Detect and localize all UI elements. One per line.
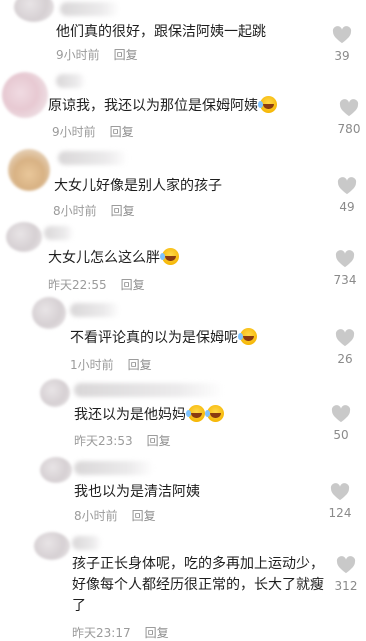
comment-text-content: 大女儿好像是别人家的孩子 <box>54 178 222 194</box>
comment-meta: 昨天23:53 回复 <box>74 432 171 449</box>
heart-icon[interactable] <box>336 556 356 574</box>
username[interactable] <box>70 303 120 317</box>
comment-item: 我也以为是清洁阿姨 8小时前 回复 124 <box>0 455 366 530</box>
comment-text-content: 不看评论真的以为是保姆呢 <box>70 330 238 346</box>
laughing-emoji-icon <box>258 96 277 113</box>
like-button[interactable]: 312 <box>331 556 361 593</box>
comment-item: 大女儿怎么这么胖 昨天22:55 回复 734 <box>0 220 366 295</box>
username[interactable] <box>58 151 128 165</box>
comment-item: 他们真的很好，跟保洁阿姨一起跳 9小时前 回复 39 <box>0 0 366 70</box>
comment-text-content: 原谅我，我还以为那位是保姆阿姨 <box>48 98 258 114</box>
reply-button[interactable]: 回复 <box>147 434 171 448</box>
heart-icon[interactable] <box>339 99 359 117</box>
comment-text: 大女儿好像是别人家的孩子 <box>54 176 222 197</box>
avatar[interactable] <box>34 532 70 560</box>
like-button[interactable]: 50 <box>326 405 356 442</box>
heart-icon[interactable] <box>332 26 352 44</box>
like-count: 734 <box>333 273 357 287</box>
reply-button[interactable]: 回复 <box>145 626 169 640</box>
comment-text: 他们真的很好，跟保洁阿姨一起跳 <box>56 22 266 43</box>
timestamp: 9小时前 <box>52 125 96 139</box>
comment-item: 我还以为是他妈妈 昨天23:53 回复 50 <box>0 375 366 455</box>
avatar[interactable] <box>40 379 70 407</box>
comment-text: 我也以为是清洁阿姨 <box>74 482 200 503</box>
like-count: 780 <box>337 122 361 136</box>
username[interactable] <box>74 383 224 397</box>
timestamp: 8小时前 <box>53 204 97 218</box>
comment-item: 不看评论真的以为是保姆呢 1小时前 回复 26 <box>0 295 366 375</box>
comment-text-content: 孩子正长身体呢，吃的多再加上运动少，好像每个人都经历很正常的，长大了就瘦了 <box>72 556 324 614</box>
reply-button[interactable]: 回复 <box>132 509 156 523</box>
avatar[interactable] <box>32 297 66 329</box>
comment-meta: 1小时前 回复 <box>70 356 152 373</box>
comment-text-content: 我也以为是清洁阿姨 <box>74 484 200 500</box>
comment-text: 我还以为是他妈妈 <box>74 405 224 426</box>
comment-meta: 8小时前 回复 <box>53 202 135 219</box>
timestamp: 昨天23:53 <box>74 434 133 448</box>
username[interactable] <box>74 461 154 475</box>
laughing-emoji-icon <box>238 328 257 345</box>
comment-text-content: 我还以为是他妈妈 <box>74 407 186 423</box>
heart-icon[interactable] <box>331 405 351 423</box>
like-button[interactable]: 780 <box>334 99 364 136</box>
heart-icon[interactable] <box>335 329 355 347</box>
avatar[interactable] <box>8 149 50 191</box>
comment-text-content: 大女儿怎么这么胖 <box>48 250 160 266</box>
comment-text: 原谅我，我还以为那位是保姆阿姨 <box>48 96 277 117</box>
like-count: 124 <box>328 506 352 520</box>
username[interactable] <box>56 74 86 88</box>
reply-button[interactable]: 回复 <box>110 125 134 139</box>
reply-button[interactable]: 回复 <box>121 278 145 292</box>
avatar[interactable] <box>2 72 48 118</box>
like-button[interactable]: 39 <box>327 26 357 63</box>
like-count: 39 <box>334 49 350 63</box>
like-count: 26 <box>337 352 353 366</box>
like-count: 50 <box>333 428 349 442</box>
like-button[interactable]: 49 <box>332 177 362 214</box>
comment-meta: 昨天23:17 回复 <box>72 624 169 641</box>
timestamp: 昨天23:17 <box>72 626 131 640</box>
avatar[interactable] <box>6 222 42 252</box>
reply-button[interactable]: 回复 <box>114 48 138 62</box>
comment-meta: 昨天22:55 回复 <box>48 276 145 293</box>
comment-text: 不看评论真的以为是保姆呢 <box>70 328 257 349</box>
heart-icon[interactable] <box>330 483 350 501</box>
like-button[interactable]: 734 <box>330 250 360 287</box>
comment-item: 原谅我，我还以为那位是保姆阿姨 9小时前 回复 780 <box>0 70 366 145</box>
timestamp: 9小时前 <box>56 48 100 62</box>
laughing-emoji-icon <box>205 405 224 422</box>
timestamp: 昨天22:55 <box>48 278 107 292</box>
username[interactable] <box>44 226 74 240</box>
comment-text: 孩子正长身体呢，吃的多再加上运动少，好像每个人都经历很正常的，长大了就瘦了 <box>72 554 334 617</box>
comment-text-content: 他们真的很好，跟保洁阿姨一起跳 <box>56 24 266 40</box>
comment-meta: 9小时前 回复 <box>56 46 138 63</box>
laughing-emoji-icon <box>160 248 179 265</box>
reply-button[interactable]: 回复 <box>111 204 135 218</box>
reply-button[interactable]: 回复 <box>128 358 152 372</box>
timestamp: 1小时前 <box>70 358 114 372</box>
avatar[interactable] <box>14 0 54 22</box>
avatar[interactable] <box>40 457 72 483</box>
username[interactable] <box>72 536 102 550</box>
comment-meta: 8小时前 回复 <box>74 507 156 524</box>
like-count: 312 <box>334 579 358 593</box>
laughing-emoji-icon <box>186 405 205 422</box>
username[interactable] <box>60 2 120 16</box>
heart-icon[interactable] <box>337 177 357 195</box>
like-button[interactable]: 26 <box>330 329 360 366</box>
like-button[interactable]: 124 <box>325 483 355 520</box>
timestamp: 8小时前 <box>74 509 118 523</box>
comment-item: 孩子正长身体呢，吃的多再加上运动少，好像每个人都经历很正常的，长大了就瘦了 昨天… <box>0 530 366 640</box>
like-count: 49 <box>339 200 355 214</box>
comment-meta: 9小时前 回复 <box>52 123 134 140</box>
heart-icon[interactable] <box>335 250 355 268</box>
comment-item: 大女儿好像是别人家的孩子 8小时前 回复 49 <box>0 145 366 220</box>
comment-text: 大女儿怎么这么胖 <box>48 248 179 269</box>
